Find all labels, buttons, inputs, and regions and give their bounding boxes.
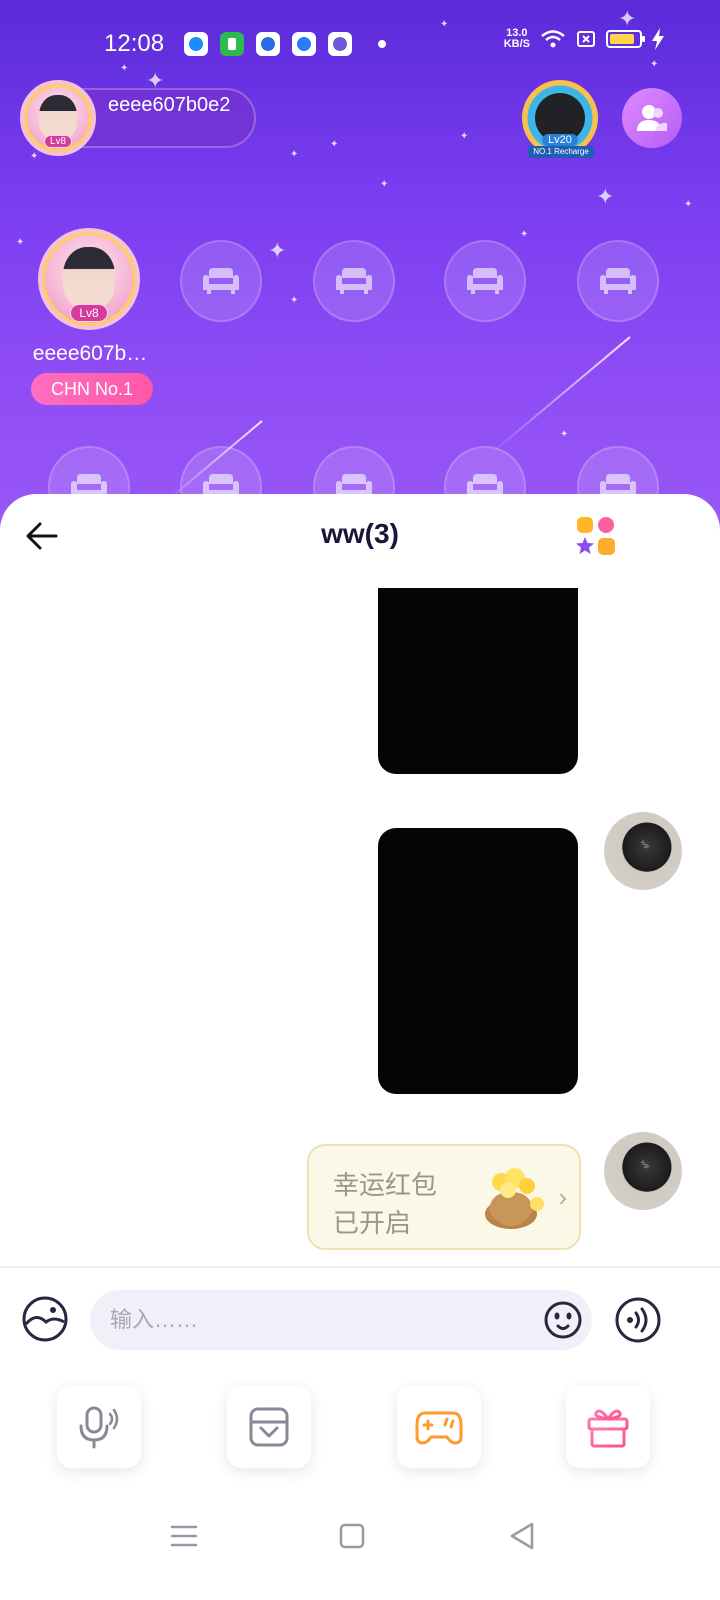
star-decoration: ✦ xyxy=(290,149,299,160)
sofa-icon xyxy=(203,268,239,294)
sender-avatar[interactable]: logi xyxy=(604,812,682,890)
chevron-right-icon: › xyxy=(558,1182,567,1212)
host-avatar[interactable]: Lv8 xyxy=(20,80,96,156)
empty-seat[interactable] xyxy=(577,240,659,322)
rank-ribbon: NO.1 Recharge xyxy=(528,146,594,158)
home-icon[interactable] xyxy=(334,1518,370,1554)
tool-row xyxy=(0,1386,720,1470)
gamepad-icon xyxy=(415,1411,463,1445)
red-packet-text: 幸运红包 已开启 xyxy=(333,1166,437,1242)
message-input-box[interactable] xyxy=(90,1290,592,1350)
empty-seat[interactable] xyxy=(444,240,526,322)
mic-button[interactable] xyxy=(57,1386,141,1468)
message-input-row xyxy=(0,1284,720,1354)
sender-avatar[interactable]: logi xyxy=(604,1132,682,1210)
voice-icon[interactable] xyxy=(614,1296,662,1344)
divider xyxy=(0,1266,720,1268)
system-nav-bar xyxy=(0,1504,720,1564)
game-button[interactable] xyxy=(397,1386,481,1468)
battery-icon xyxy=(606,30,645,48)
mic-icon xyxy=(79,1406,119,1449)
apps-grid-icon[interactable] xyxy=(576,516,616,556)
chat-sheet: ww(3) logi 幸运红包 已开启 › logi xyxy=(0,494,720,1600)
status-bar: 12:08 13.0 KB/S xyxy=(0,0,720,90)
empty-seat[interactable] xyxy=(313,240,395,322)
star-decoration: ✦ xyxy=(330,139,339,150)
battery-level xyxy=(610,34,634,44)
star-decoration: ✦ xyxy=(520,229,529,240)
red-packet-title: 幸运红包 xyxy=(333,1170,438,1200)
image-message[interactable] xyxy=(378,828,578,1094)
star-decoration: ✦ xyxy=(684,199,693,210)
star-decoration: ✦ xyxy=(290,295,299,306)
star-decoration: ✦ xyxy=(460,131,469,142)
chat-header: ww(3) xyxy=(0,494,720,580)
star-decoration: ✦ xyxy=(380,179,389,190)
seat-owner-name: eeee607b… xyxy=(32,342,148,365)
charging-icon xyxy=(652,28,664,50)
app-notification-icon xyxy=(220,32,244,56)
seat-owner-level: Lv8 xyxy=(70,304,108,322)
status-right-icons: 13.0 KB/S xyxy=(504,28,664,50)
lucky-red-packet-message[interactable]: 幸运红包 已开启 › xyxy=(307,1144,581,1250)
sofa-icon xyxy=(600,268,636,294)
star-decoration: ✦ xyxy=(268,238,287,263)
star-decoration: ✦ xyxy=(16,237,25,248)
mouse-logo: logi xyxy=(639,1159,651,1171)
red-packet-status: 已开启 xyxy=(333,1208,412,1238)
no-sim-icon xyxy=(577,31,595,47)
users-icon xyxy=(637,105,667,131)
rank-level: Lv20 xyxy=(542,134,578,146)
sofa-icon xyxy=(336,268,372,294)
host-level-badge: Lv8 xyxy=(43,135,73,148)
star-decoration: ✦ xyxy=(560,429,569,440)
seat-owner-photo xyxy=(62,247,116,310)
star-decoration: ✦ xyxy=(596,184,615,209)
gift-button[interactable] xyxy=(566,1386,650,1468)
image-message[interactable] xyxy=(378,588,578,774)
app-notification-icon xyxy=(328,32,352,56)
members-button[interactable] xyxy=(622,88,682,148)
network-speed-unit: KB/S xyxy=(503,38,530,50)
back-nav-icon[interactable] xyxy=(504,1518,540,1554)
status-time: 12:08 xyxy=(104,30,165,57)
package-icon xyxy=(249,1407,289,1447)
more-notifications-dot xyxy=(378,40,386,48)
baidu-notification-icon xyxy=(256,32,280,56)
message-input[interactable] xyxy=(110,1290,530,1350)
empty-seat[interactable] xyxy=(180,240,262,322)
money-bag-icon xyxy=(485,1168,544,1229)
wifi-icon xyxy=(541,30,565,48)
voice-room-area: ✦ ✦ ✦ ✦ ✦ ✦ ✦ ✦ ✦ ✦ ✦ ✦ ✦ ✦ ✦ ✦ ✦ 12:08 … xyxy=(0,0,720,540)
emoji-icon[interactable] xyxy=(544,1301,582,1339)
image-icon[interactable] xyxy=(22,1296,68,1342)
menu-icon[interactable] xyxy=(166,1518,202,1554)
seat-owner-badge: CHN No.1 xyxy=(31,373,153,405)
gift-icon xyxy=(587,1409,629,1448)
notification-icons xyxy=(184,32,386,56)
seat-owner-avatar[interactable]: Lv8 xyxy=(38,228,140,330)
mouse-logo: logi xyxy=(639,839,651,851)
network-speed: 13.0 KB/S xyxy=(504,28,530,50)
star-decoration: ✦ xyxy=(30,151,39,162)
host-name: eeee607b0e2 xyxy=(108,94,231,116)
meteor-decoration xyxy=(483,336,631,460)
host-avatar-photo xyxy=(38,94,78,140)
package-button[interactable] xyxy=(227,1386,311,1468)
browser-notification-icon xyxy=(292,32,316,56)
sofa-icon xyxy=(467,268,503,294)
app-notification-icon xyxy=(184,32,208,56)
rank-badge[interactable]: Lv20 xyxy=(522,80,598,156)
